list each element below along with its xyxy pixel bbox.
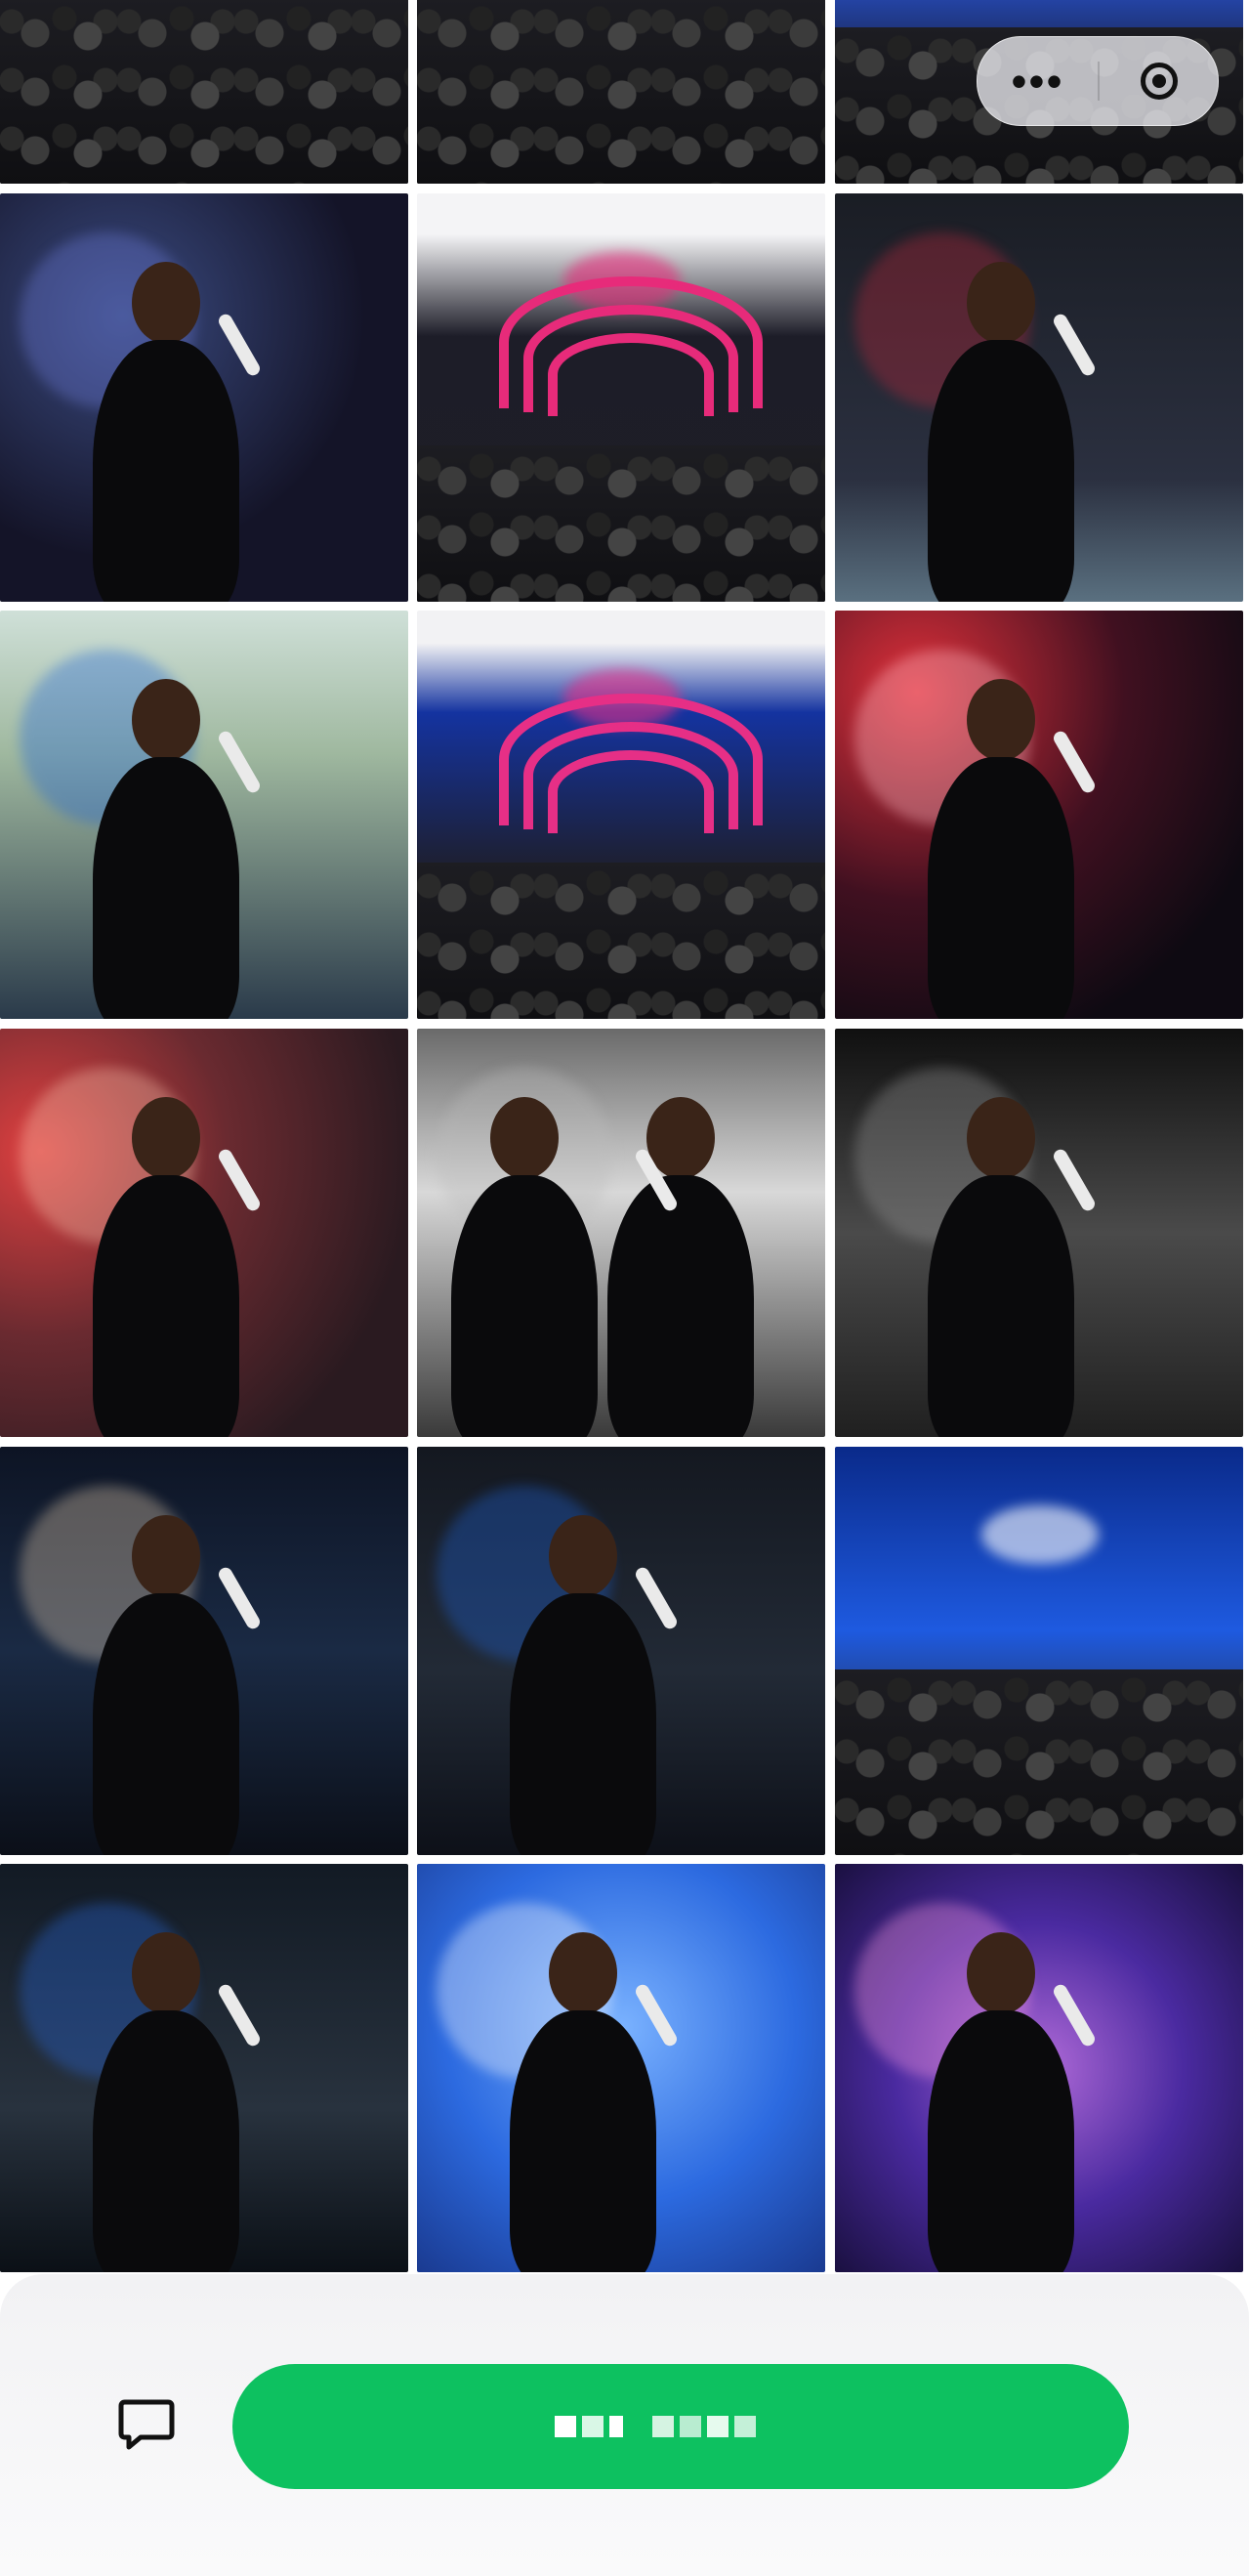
performer-dress	[451, 1175, 598, 1437]
microphone	[1051, 1147, 1098, 1213]
photo-thumbnail[interactable]	[417, 1447, 825, 1855]
photo-thumbnail[interactable]	[0, 193, 408, 602]
performer-head	[549, 1515, 617, 1597]
photo-grid	[0, 0, 1249, 2276]
photo-thumbnail[interactable]	[835, 1864, 1243, 2272]
photo-thumbnail[interactable]	[417, 0, 825, 184]
photo-thumbnail[interactable]	[0, 1864, 408, 2272]
performer-dress	[93, 1593, 239, 1855]
microphone	[1051, 312, 1098, 378]
microphone	[216, 1147, 263, 1213]
performer-head	[967, 262, 1035, 344]
performer-head	[490, 1097, 559, 1179]
obscured-label-mosaic	[555, 2364, 623, 2489]
photo-thumbnail[interactable]	[835, 193, 1243, 602]
performer-dress	[510, 1593, 656, 1855]
audience-crowd	[417, 0, 825, 184]
audience-crowd	[417, 863, 825, 1019]
microphone	[216, 1565, 263, 1631]
audience-crowd	[417, 445, 825, 602]
performer-head	[132, 1097, 200, 1179]
microphone	[1051, 729, 1098, 795]
performer-head	[967, 1097, 1035, 1179]
more-dots-icon[interactable]: •••	[978, 37, 1098, 125]
photo-thumbnail[interactable]	[835, 1029, 1243, 1437]
photo-thumbnail[interactable]	[417, 611, 825, 1019]
performer-head	[967, 1932, 1035, 2014]
performer-dress	[93, 2010, 239, 2272]
microphone	[216, 729, 263, 795]
microphone	[216, 312, 263, 378]
comment-bubble-icon[interactable]	[115, 2394, 178, 2457]
performer-head	[132, 679, 200, 761]
audience-crowd	[835, 1669, 1243, 1855]
performer-head	[132, 262, 200, 344]
photo-thumbnail[interactable]	[835, 611, 1243, 1019]
obscured-label-mosaic-2	[652, 2364, 756, 2489]
close-target-icon[interactable]	[1100, 37, 1218, 125]
performer-dress	[93, 1175, 239, 1437]
performer-dress	[93, 340, 239, 602]
photo-thumbnail[interactable]	[0, 1029, 408, 1437]
primary-action-button[interactable]	[232, 2364, 1129, 2489]
performer-dress	[607, 1175, 754, 1437]
photo-thumbnail[interactable]	[0, 1447, 408, 1855]
performer-head	[132, 1515, 200, 1597]
performer-head	[967, 679, 1035, 761]
photo-thumbnail[interactable]	[835, 1447, 1243, 1855]
microphone	[633, 1982, 680, 2048]
bottom-action-sheet	[0, 2274, 1249, 2576]
photo-thumbnail[interactable]	[0, 611, 408, 1019]
microphone	[1051, 1982, 1098, 2048]
stage-light	[563, 669, 681, 728]
performer-dress	[928, 2010, 1074, 2272]
stage-arch	[548, 750, 714, 833]
stage-light	[981, 1505, 1099, 1564]
mini-program-capsule: •••	[977, 36, 1219, 126]
photo-thumbnail[interactable]	[0, 0, 408, 184]
microphone	[633, 1565, 680, 1631]
photo-thumbnail[interactable]	[417, 1864, 825, 2272]
photo-thumbnail[interactable]	[417, 1029, 825, 1437]
performer-dress	[928, 1175, 1074, 1437]
performer-dress	[510, 2010, 656, 2272]
stage-arch	[548, 333, 714, 416]
stage-light	[563, 252, 681, 311]
performer-head	[132, 1932, 200, 2014]
audience-crowd	[0, 0, 408, 184]
performer-dress	[928, 340, 1074, 602]
performer-head	[549, 1932, 617, 2014]
photo-thumbnail[interactable]	[417, 193, 825, 602]
performer-dress	[928, 757, 1074, 1019]
performer-dress	[93, 757, 239, 1019]
microphone	[216, 1982, 263, 2048]
